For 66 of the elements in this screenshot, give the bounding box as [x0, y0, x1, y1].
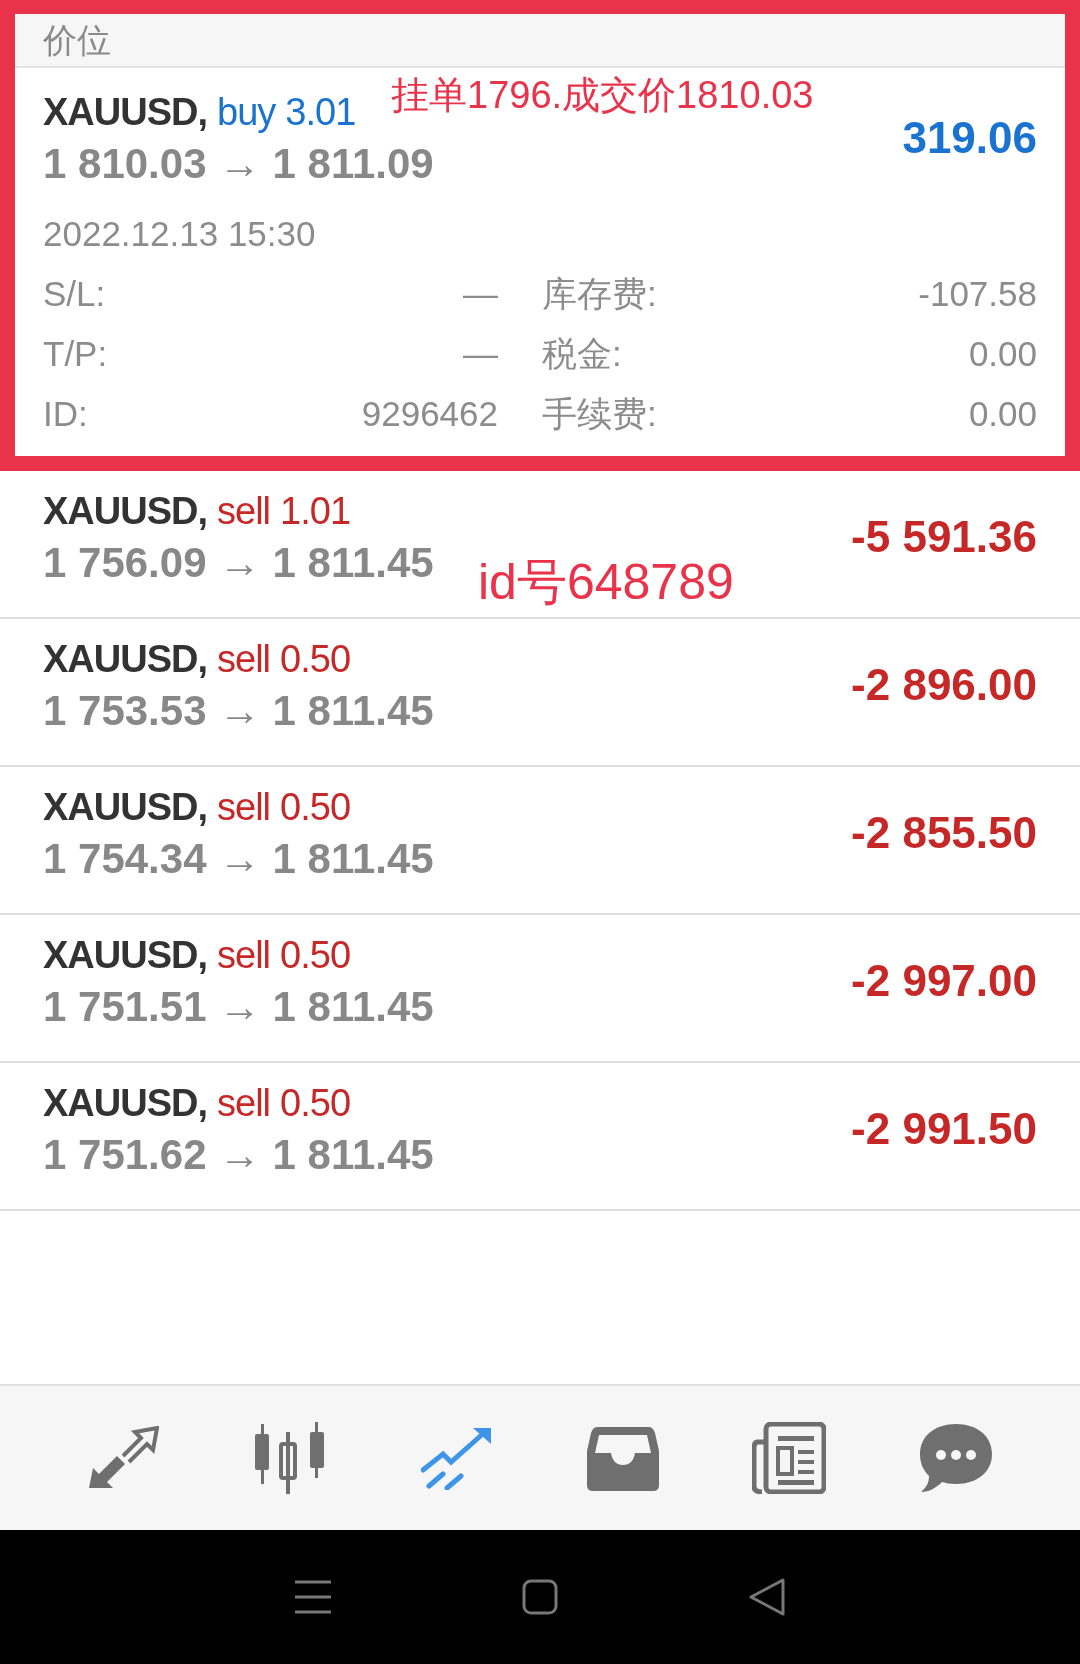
trend-arrow-icon [421, 1426, 494, 1490]
profit-value: -2 855.50 [851, 808, 1037, 858]
column-title: 价位 [43, 23, 111, 57]
arrow-glyph: → [218, 538, 261, 588]
arrow-glyph: → [218, 834, 261, 884]
profit-value: -2 991.50 [851, 1104, 1037, 1154]
current-price: 1 811.45 [272, 982, 434, 1032]
annotation-text: 挂单1796.成交价1810.03 [391, 73, 814, 118]
detail-value: -107.58 [917, 273, 1037, 315]
arrow-glyph: → [218, 1130, 261, 1180]
open-price: 1 751.62 [43, 1130, 207, 1180]
newspaper-icon [751, 1422, 826, 1494]
open-price: 1 754.34 [43, 834, 207, 884]
diagonal-arrows-icon [86, 1426, 159, 1490]
open-price: 1 751.51 [43, 982, 207, 1032]
current-price: 1 811.45 [272, 834, 434, 884]
detail-label: 税金: [541, 333, 623, 375]
volume-label: 0.50 [280, 1081, 351, 1126]
arrow-glyph: → [218, 982, 261, 1032]
current-price: 1 811.09 [272, 139, 434, 189]
volume-label: 1.01 [280, 489, 351, 534]
current-price: 1 811.45 [272, 1130, 434, 1180]
symbol-label: XAUUSD, [43, 933, 208, 978]
order-side-label: sell [217, 1081, 271, 1126]
detail-value: — [462, 333, 498, 375]
volume-label: 0.50 [280, 637, 351, 682]
symbol-label: XAUUSD, [43, 489, 208, 534]
profit-value: 319.06 [902, 113, 1037, 163]
detail-label: 手续费: [541, 393, 658, 435]
symbol-label: XAUUSD, [43, 90, 208, 135]
open-price: 1 753.53 [43, 686, 207, 736]
annotation-text: id号648789 [478, 553, 734, 612]
detail-label: T/P: [43, 333, 109, 375]
inbox-tray-icon [586, 1425, 659, 1491]
symbol-label: XAUUSD, [43, 785, 208, 830]
chat-bubble-icon [919, 1422, 994, 1494]
arrow-glyph: → [218, 139, 261, 189]
open-price: 1 756.09 [43, 538, 207, 588]
volume-label: 0.50 [280, 785, 351, 830]
current-price: 1 811.45 [272, 686, 434, 736]
order-side-label: sell [217, 489, 271, 534]
profit-value: -2 997.00 [851, 956, 1037, 1006]
volume-label: 0.50 [280, 933, 351, 978]
detail-value: 0.00 [967, 393, 1037, 435]
profit-value: -2 896.00 [851, 660, 1037, 710]
volume-label: 3.01 [285, 90, 356, 135]
order-side-label: buy [217, 90, 276, 135]
menu-icon[interactable] [295, 1580, 332, 1614]
back-triangle-icon[interactable] [748, 1578, 785, 1616]
symbol-label: XAUUSD, [43, 637, 208, 682]
current-price: 1 811.45 [272, 538, 434, 588]
arrow-glyph: → [218, 686, 261, 736]
order-side-label: sell [217, 637, 271, 682]
detail-value: 9296462 [360, 393, 498, 435]
detail-label: S/L: [43, 273, 107, 315]
open-price: 1 810.03 [43, 139, 207, 189]
open-time: 2022.12.13 15:30 [43, 213, 317, 255]
detail-value: — [462, 273, 498, 315]
order-side-label: sell [217, 785, 271, 830]
detail-label: 库存费: [541, 273, 658, 315]
order-side-label: sell [217, 933, 271, 978]
detail-value: 0.00 [967, 333, 1037, 375]
symbol-label: XAUUSD, [43, 1081, 208, 1126]
home-square-icon[interactable] [522, 1579, 558, 1615]
profit-value: -5 591.36 [851, 512, 1037, 562]
detail-label: ID: [43, 393, 89, 435]
